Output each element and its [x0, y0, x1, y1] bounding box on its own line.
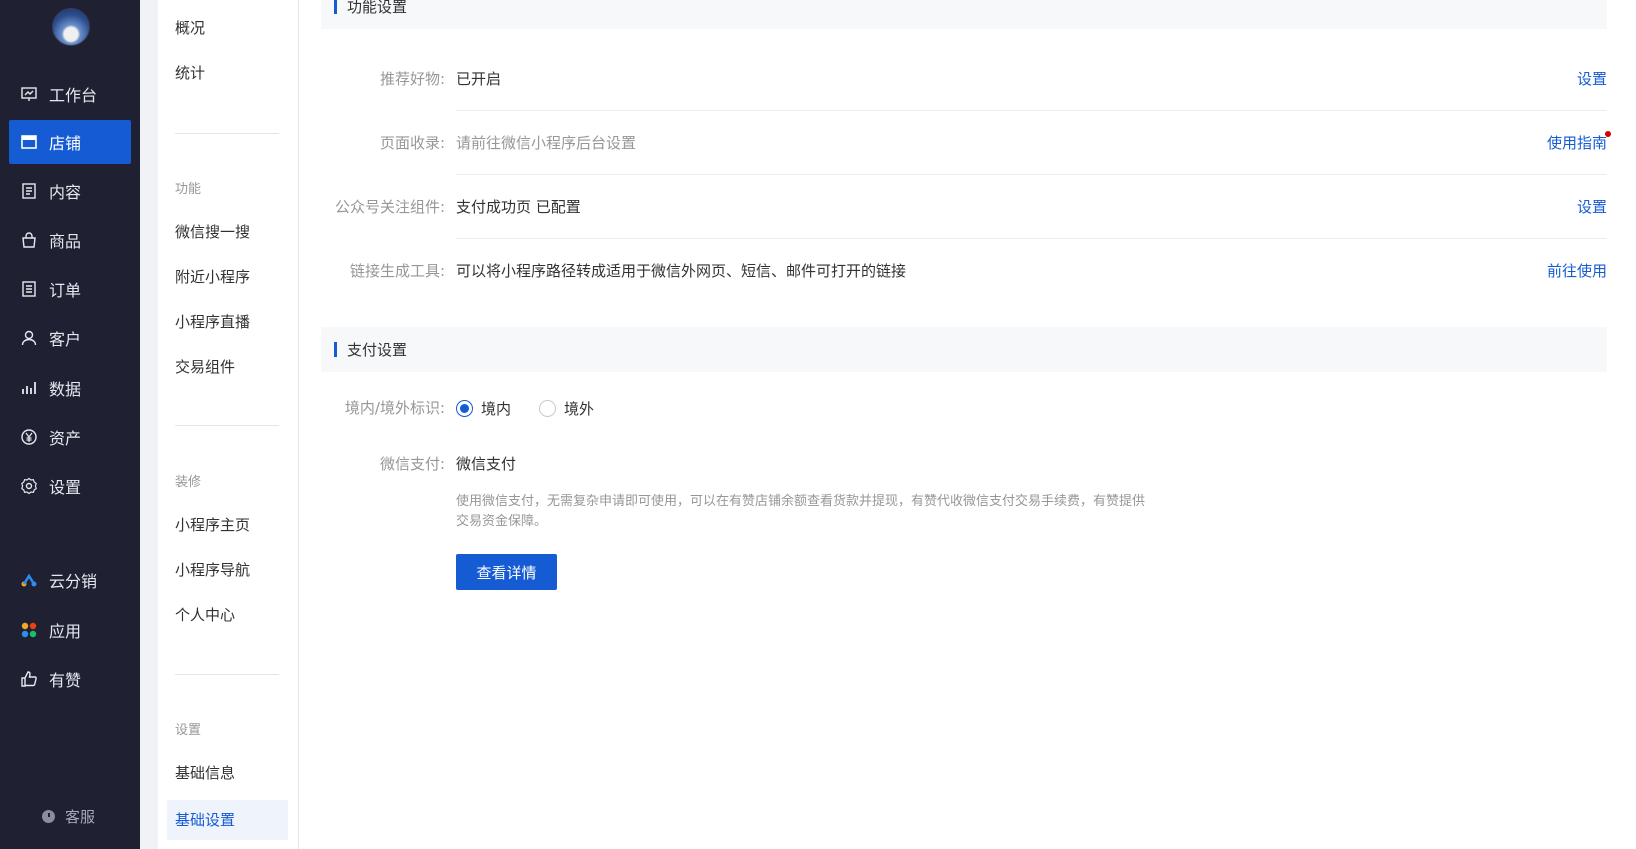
- subnav-wechat-search[interactable]: 微信搜一搜: [175, 222, 250, 242]
- feature-section-header: 功能设置: [321, 0, 1607, 29]
- thumb-up-icon: [20, 670, 38, 688]
- recommend-settings-link[interactable]: 设置: [1577, 47, 1607, 111]
- subnav-trade-component[interactable]: 交易组件: [175, 357, 235, 377]
- shop-logo-avatar[interactable]: [52, 8, 90, 46]
- apps-icon: [20, 621, 38, 639]
- nav-youzan[interactable]: 有赞: [9, 657, 131, 701]
- nav-label: 店铺: [49, 134, 82, 153]
- nav-label: 应用: [49, 622, 82, 641]
- nav-workbench[interactable]: 工作台: [9, 72, 131, 116]
- row-value: 可以将小程序路径转成适用于微信外网页、短信、邮件可打开的链接: [456, 262, 907, 280]
- app-root: 工作台 店铺 内容 商品 订单 客户 数据 资产 设置 云分销 应用 有赞 客服…: [0, 0, 1636, 849]
- customer-service-link[interactable]: 客服: [42, 806, 95, 827]
- nav-content[interactable]: 内容: [9, 169, 131, 213]
- link-tool-use-link[interactable]: 前往使用: [1547, 239, 1607, 303]
- subnav-miniprogram-nav[interactable]: 小程序导航: [175, 560, 250, 580]
- follow-component-settings-link[interactable]: 设置: [1577, 175, 1607, 239]
- row-value: 支付成功页 已配置: [456, 198, 581, 216]
- service-label: 客服: [65, 808, 96, 826]
- subnav-divider: [175, 674, 279, 675]
- row-label: 公众号关注组件:: [334, 198, 445, 216]
- clock-icon: [42, 810, 55, 823]
- section-title: 支付设置: [347, 341, 408, 359]
- setting-row-page-index: 页面收录: 请前往微信小程序后台设置 使用指南: [321, 111, 1611, 175]
- subnav-nearby-miniprogram[interactable]: 附近小程序: [175, 267, 250, 287]
- order-icon: [20, 280, 38, 298]
- nav-goods[interactable]: 商品: [9, 218, 131, 262]
- row-label: 推荐好物:: [379, 70, 445, 88]
- setting-row-wechat-pay: 微信支付: 微信支付: [321, 432, 1607, 496]
- radio-overseas[interactable]: [539, 399, 557, 417]
- subnav-group-title: 设置: [175, 723, 202, 738]
- nav-label: 有赞: [49, 671, 82, 690]
- store-icon: [20, 133, 38, 151]
- nav-assets[interactable]: 资产: [9, 415, 131, 459]
- wechat-pay-description: 使用微信支付，无需复杂申请即可使用，可以在有赞店铺余额查看货款并提现，有赞代收微…: [456, 494, 1146, 529]
- payment-section-header: 支付设置: [321, 327, 1607, 372]
- bag-icon: [20, 231, 38, 249]
- subnav-personal-center[interactable]: 个人中心: [175, 605, 235, 625]
- nav-data[interactable]: 数据: [9, 366, 131, 410]
- chart-icon: [20, 379, 38, 397]
- row-label: 微信支付:: [379, 455, 445, 473]
- subnav-miniprogram-home[interactable]: 小程序主页: [175, 515, 250, 535]
- user-icon: [20, 329, 38, 347]
- row-label: 境内/境外标识:: [344, 399, 445, 417]
- subnav-group-title: 功能: [175, 182, 202, 197]
- section-accent-bar: [334, 0, 337, 14]
- nav-label: 资产: [49, 429, 82, 448]
- subnav-divider: [175, 425, 279, 426]
- region-radio-group: 境内 境外: [456, 376, 622, 440]
- nav-label: 内容: [49, 183, 82, 202]
- setting-row-follow-component: 公众号关注组件: 支付成功页 已配置 设置: [321, 175, 1607, 239]
- section-title: 功能设置: [347, 0, 408, 16]
- nav-orders[interactable]: 订单: [9, 267, 131, 311]
- nav-customers[interactable]: 客户: [9, 316, 131, 360]
- gear-icon: [20, 477, 38, 495]
- nav-label: 商品: [49, 232, 82, 251]
- subnav-group-title: 装修: [175, 475, 202, 490]
- subnav-overview[interactable]: 概况: [175, 18, 205, 38]
- row-label: 页面收录:: [379, 134, 445, 152]
- nav-apps[interactable]: 应用: [9, 608, 131, 652]
- radio-label[interactable]: 境内: [481, 398, 511, 419]
- nav-label: 数据: [49, 380, 82, 399]
- nav-settings[interactable]: 设置: [9, 464, 131, 508]
- radio-label[interactable]: 境外: [564, 398, 594, 419]
- notification-dot: [1605, 131, 1611, 137]
- radio-domestic[interactable]: [456, 399, 473, 417]
- cloud-distribution-icon: [20, 571, 38, 589]
- yuan-icon: [20, 428, 38, 446]
- subnav-basic-info[interactable]: 基础信息: [175, 763, 235, 783]
- content-icon: [20, 182, 38, 200]
- usage-guide-link[interactable]: 使用指南: [1546, 111, 1611, 175]
- nav-label: 设置: [49, 478, 82, 497]
- row-value: 已开启: [456, 70, 502, 88]
- primary-sidebar: 工作台 店铺 内容 商品 订单 客户 数据 资产 设置 云分销 应用 有赞 客服: [0, 0, 140, 849]
- section-accent-bar: [334, 342, 337, 357]
- subnav-live-stream[interactable]: 小程序直播: [175, 312, 250, 332]
- link-text: 使用指南: [1546, 134, 1607, 152]
- row-label: 链接生成工具:: [349, 262, 445, 280]
- setting-row-recommend: 推荐好物: 已开启 设置: [321, 47, 1607, 111]
- nav-label: 云分销: [49, 572, 98, 591]
- nav-label: 客户: [49, 330, 82, 349]
- main-content: 功能设置 推荐好物: 已开启 设置 页面收录: 请前往微信小程序后台设置 使用指…: [298, 0, 1636, 849]
- view-details-button[interactable]: 查看详情: [456, 554, 557, 590]
- nav-label: 工作台: [49, 86, 98, 105]
- row-value: 微信支付: [456, 455, 517, 473]
- setting-row-region: 境内/境外标识: 境内 境外: [321, 376, 1607, 440]
- row-value: 请前往微信小程序后台设置: [456, 134, 637, 152]
- subnav-divider: [175, 133, 279, 134]
- nav-store[interactable]: 店铺: [9, 120, 131, 164]
- nav-label: 订单: [49, 281, 82, 300]
- workbench-icon: [20, 85, 38, 103]
- subnav-basic-settings[interactable]: 基础设置: [175, 810, 235, 830]
- secondary-sidebar: 概况 统计 功能 微信搜一搜 附近小程序 小程序直播 交易组件 装修 小程序主页…: [158, 0, 298, 849]
- setting-row-link-tool: 链接生成工具: 可以将小程序路径转成适用于微信外网页、短信、邮件可打开的链接 前…: [321, 239, 1607, 303]
- nav-cloud-distribution[interactable]: 云分销: [9, 558, 131, 602]
- subnav-statistics[interactable]: 统计: [175, 63, 205, 83]
